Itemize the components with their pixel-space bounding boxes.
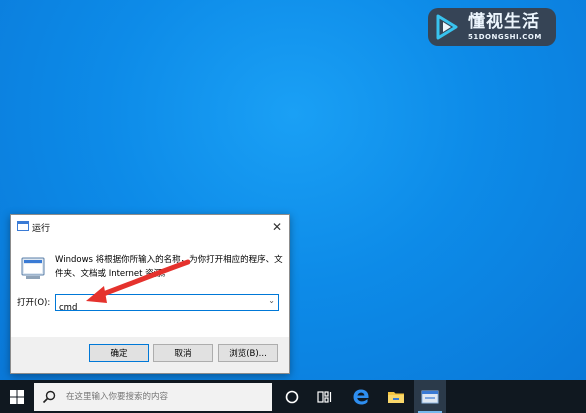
cancel-button[interactable]: 取消	[153, 344, 213, 362]
cortana-icon	[285, 390, 299, 403]
search-icon	[42, 390, 56, 404]
close-button[interactable]: ✕	[265, 215, 289, 239]
start-button[interactable]	[0, 380, 34, 413]
dialog-title: 运行	[32, 224, 51, 234]
red-arrow-annotation	[86, 259, 190, 303]
open-label: 打开(O):	[17, 298, 51, 308]
file-explorer-button[interactable]	[380, 380, 412, 413]
windows-start-icon	[10, 389, 24, 404]
edge-button[interactable]	[345, 380, 377, 413]
edge-icon	[353, 389, 369, 404]
brand-name-cn: 懂视生活	[468, 11, 540, 32]
browse-button[interactable]: 浏览(B)...	[218, 344, 278, 362]
cortana-button[interactable]	[276, 380, 308, 413]
taskbar	[0, 380, 586, 413]
chevron-down-icon[interactable]: ⌄	[268, 296, 275, 305]
file-explorer-icon	[388, 391, 404, 403]
run-app-icon	[421, 390, 439, 403]
task-view-icon	[317, 390, 332, 403]
taskbar-search-box[interactable]	[34, 383, 272, 411]
search-input[interactable]	[64, 391, 268, 403]
ok-button[interactable]: 确定	[89, 344, 149, 362]
task-view-button[interactable]	[309, 380, 341, 413]
dialog-footer: 确定 取消 浏览(B)...	[11, 337, 289, 373]
run-app-icon	[17, 221, 29, 231]
dialog-titlebar[interactable]: 运行 ✕	[11, 215, 289, 239]
watermark-logo: 懂视生活 51DONGSHI.COM	[428, 8, 556, 46]
run-program-icon	[21, 257, 45, 279]
run-taskbar-button[interactable]	[414, 380, 446, 413]
play-logo-icon	[432, 12, 462, 42]
brand-name-en: 51DONGSHI.COM	[468, 32, 542, 41]
